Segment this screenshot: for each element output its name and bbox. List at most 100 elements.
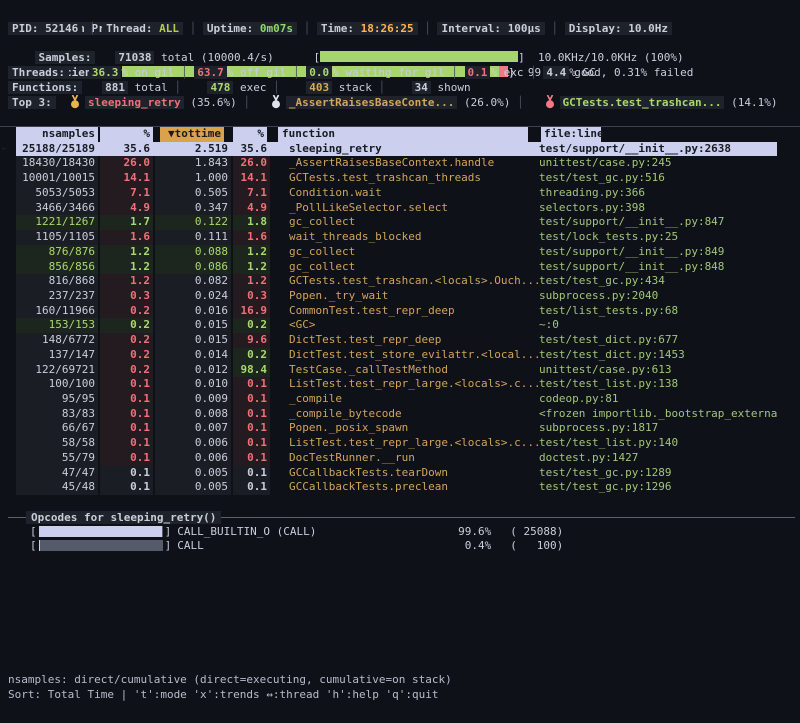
thread-stat-unit: % waiting for gil [332,66,445,79]
pct-cumulative-cell: 1.6 [233,230,270,245]
function-stat-value: 478 [207,81,233,94]
table-row[interactable]: 58/580.10.0060.1ListTest.test_repr_large… [16,436,777,451]
table-row[interactable]: 148/67720.20.0159.6DictTest.test_repr_de… [16,333,777,348]
thread-stat-unit: % GC [569,66,596,79]
pct-direct-cell: 0.2 [100,318,153,333]
header-pct-cumulative[interactable]: % [233,127,267,142]
pct-cumulative-cell: 14.1 [233,171,270,186]
nsamples-cell: 66/67 [16,421,98,436]
opcodes-separator: Opcodes for sleeping_retry() [0,510,800,525]
time-group: Time: 18:26:25 [317,22,418,35]
pct-cumulative-cell: 0.1 [233,436,270,451]
functions-line: Functions: 881 total │ 478 exec │ 403 st… [0,81,800,96]
pct-direct-cell: 7.1 [100,186,153,201]
header-nsamples[interactable]: nsamples [16,127,98,142]
tottime-cell: 0.005 [155,480,231,495]
tottime-cell: 0.005 [155,466,231,481]
table-row[interactable]: 66/670.10.0070.1Popen._posix_spawnsubpro… [16,421,777,436]
tottime-cell: 0.122 [155,215,231,230]
file-cell: test/lock_tests.py:25 [539,230,777,245]
file-cell: ~:0 [539,318,777,333]
tottime-cell: 0.014 [155,348,231,363]
table-row[interactable]: 47/470.10.0050.1GCCallbackTests.tearDown… [16,466,777,481]
pct-direct-cell: 0.1 [100,377,153,392]
info-value: 18:26:25 [361,22,414,35]
pct-cumulative-cell: 0.1 [233,377,270,392]
tottime-cell: 0.015 [155,333,231,348]
function-stat-value: 34 [412,81,431,94]
opcode-name: CALL [171,539,383,554]
header-file-line[interactable]: file:line [541,127,601,142]
table-row[interactable]: 55/790.10.0060.1DocTestRunner.__rundocte… [16,451,777,466]
separator: │ [168,81,188,94]
table-row[interactable]: 100/1000.10.0100.1ListTest.test_repr_lar… [16,377,777,392]
pct-cumulative-cell: 0.1 [233,421,270,436]
table-row[interactable]: 237/2370.30.0240.3Popen._try_waitsubproc… [16,289,777,304]
nsamples-cell: 25188/25189 [16,142,98,157]
pct-cumulative-cell: 0.2 [233,318,270,333]
header-tottime-sorted[interactable]: ▼tottime [160,127,224,142]
nsamples-cell: 55/79 [16,451,98,466]
separator: │ [183,22,203,35]
functions-label: Functions: [8,81,82,94]
pct-direct-cell: 1.2 [100,260,153,275]
info-label: Uptime: [207,22,260,35]
tottime-cell: 0.009 [155,392,231,407]
function-cell: CommonTest.test_repr_deep [272,304,539,319]
header-pct-direct[interactable]: % [100,127,153,142]
table-row[interactable]: 3466/34664.90.3474.9_PollLikeSelector.se… [16,201,777,216]
table-row[interactable]: 95/950.10.0090.1_compilecodeop.py:81 [16,392,777,407]
nsamples-cell: 5053/5053 [16,186,98,201]
tottime-cell: 1.000 [155,171,231,186]
table-row[interactable]: 18430/1843026.01.84326.0_AssertRaisesBas… [16,156,777,171]
function-stat-value: 403 [306,81,332,94]
footer: nsamples: direct/cumulative (direct=exec… [0,673,800,702]
display-group: Display: 10.0Hz [565,22,672,35]
tottime-cell: 0.088 [155,245,231,260]
file-cell: codeop.py:81 [539,392,777,407]
header-function[interactable]: function [278,127,528,142]
table-row[interactable]: 160/119660.20.01616.9CommonTest.test_rep… [16,304,777,319]
separator: │ [237,96,257,109]
pct-cumulative-cell: 0.1 [233,392,270,407]
table-row[interactable]: 1105/11051.60.1111.6wait_threads_blocked… [16,230,777,245]
pct-cumulative-cell: 98.4 [233,363,270,378]
file-cell: test/list_tests.py:68 [539,304,777,319]
file-cell: test/test_dict.py:677 [539,333,777,348]
table-row[interactable]: 83/830.10.0080.1_compile_bytecode<frozen… [16,407,777,422]
function-cell: _PollLikeSelector.select [272,201,539,216]
pct-cumulative-cell: 0.1 [233,451,270,466]
nsamples-cell: 18430/18430 [16,156,98,171]
info-label: Interval: [441,22,507,35]
file-cell: threading.py:366 [539,186,777,201]
opcode-bar-close: ] [165,539,172,554]
separator: │ [174,66,194,79]
file-cell: test/test_gc.py:434 [539,274,777,289]
pct-direct-cell: 26.0 [100,156,153,171]
pct-cumulative-cell: 0.2 [233,348,270,363]
pct-direct-cell: 4.9 [100,201,153,216]
table-row[interactable]: 10001/1001514.11.00014.1GCTests.test_tra… [16,171,777,186]
separator: │ [266,81,286,94]
tottime-cell: 0.006 [155,451,231,466]
info-value: 10.0Hz [628,22,668,35]
table-row[interactable]: 153/1530.20.0150.2<GC>~:0 [16,318,777,333]
table-row[interactable]: 122/697210.20.01298.4TestCase._callTestM… [16,363,777,378]
table-row[interactable]: 45/480.10.0050.1GCCallbackTests.preclean… [16,480,777,495]
table-row[interactable]: 856/8561.20.0861.2gc_collecttest/support… [16,260,777,275]
file-cell: <frozen importlib._bootstrap_externa [539,407,777,422]
threads-label: Threads: [8,66,69,79]
opcode-pct: 99.6% [383,525,491,540]
tottime-cell: 0.505 [155,186,231,201]
table-row[interactable]: 137/1470.20.0140.2DictTest.test_store_ev… [16,348,777,363]
table-row[interactable]: 1221/12671.70.1221.8gc_collecttest/suppo… [16,215,777,230]
pct-direct-cell: 1.2 [100,274,153,289]
table-row[interactable]: 5053/50537.10.5057.1Condition.waitthread… [16,186,777,201]
file-cell: test/support/__init__.py:847 [539,215,777,230]
top-function-pct: (14.1%) [724,96,777,109]
table-row[interactable]: 876/8761.20.0881.2gc_collecttest/support… [16,245,777,260]
table-row-selected[interactable]: ►25188/2518935.62.51935.6sleeping_retryt… [16,142,777,157]
top-function-pct: (35.6%) [184,96,237,109]
pid-group: PID: 52146 [8,22,82,35]
table-row[interactable]: 816/8681.20.0821.2GCTests.test_trashcan.… [16,274,777,289]
